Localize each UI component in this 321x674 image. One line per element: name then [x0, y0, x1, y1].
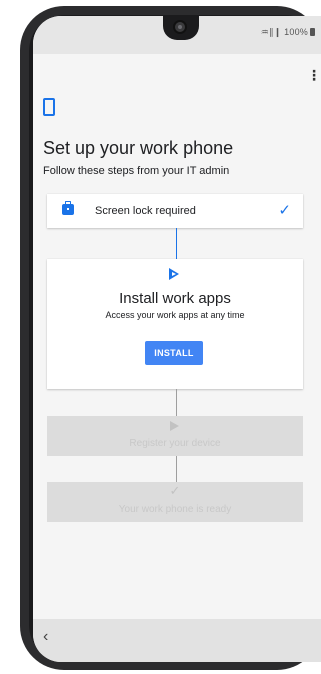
step-screen-lock[interactable]: Screen lock required ✓ [47, 194, 303, 228]
phone-screen: ♒∥❙ 100% ⋮ Set up your work phone Follow… [33, 16, 321, 662]
setup-content: ⋮ Set up your work phone Follow these st… [33, 54, 321, 619]
status-bar: ♒∥❙ 100% [33, 16, 321, 54]
step-label: Screen lock required [95, 205, 196, 217]
briefcase-icon [62, 201, 74, 215]
page-subtitle: Follow these steps from your IT admin [43, 165, 230, 177]
front-camera-icon [173, 20, 187, 34]
step-description: Access your work apps at any time [105, 310, 245, 320]
navigation-bar: ‹ [33, 619, 321, 662]
step-work-phone-ready: ✓ Your work phone is ready [47, 482, 303, 522]
status-text: ♒∥❙ 100% [260, 27, 308, 37]
play-icon [169, 268, 179, 280]
step-register-device: Register your device [47, 416, 303, 456]
install-button[interactable]: INSTALL [145, 341, 203, 365]
step-title: Install work apps [119, 290, 231, 307]
step-label: Your work phone is ready [118, 504, 232, 515]
check-icon: ✓ [169, 483, 181, 498]
more-vert-icon[interactable]: ⋮ [307, 68, 321, 82]
step-install-work-apps: Install work apps Access your work apps … [47, 259, 303, 389]
step-label: Register your device [129, 438, 221, 449]
step-connector [176, 389, 177, 416]
battery-icon [310, 28, 315, 36]
play-icon [170, 421, 179, 431]
phone-icon [43, 98, 55, 116]
back-icon[interactable]: ‹ [43, 628, 48, 646]
check-icon: ✓ [278, 202, 291, 219]
step-connector [176, 228, 177, 259]
step-connector [176, 456, 177, 482]
status-indicators: ♒∥❙ 100% [261, 27, 315, 38]
page-title: Set up your work phone [43, 138, 234, 158]
